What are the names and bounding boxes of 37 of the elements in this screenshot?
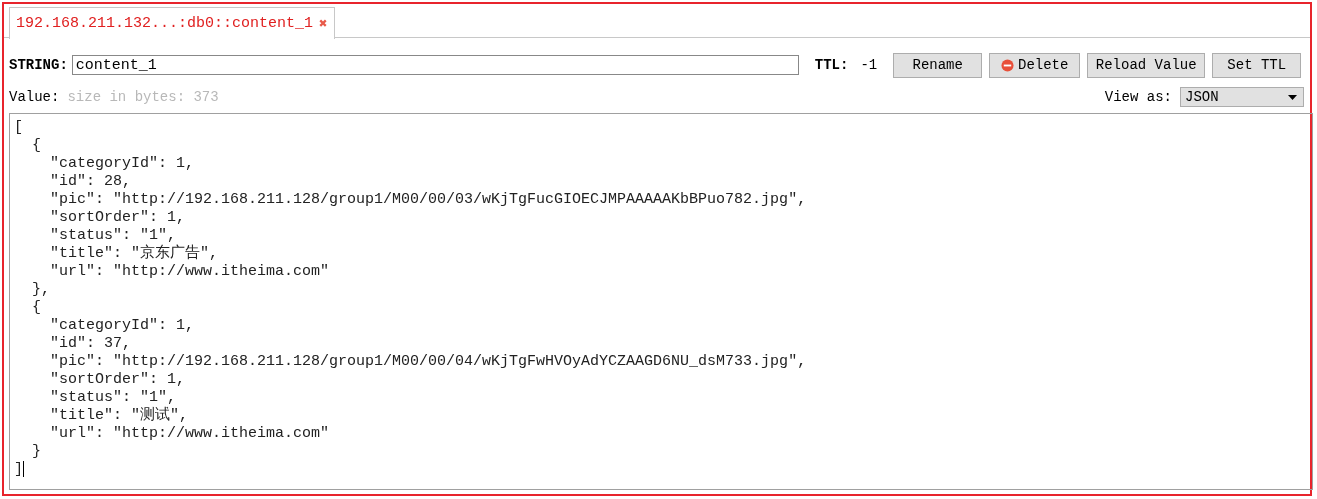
view-as-dropdown[interactable]: JSON (1180, 87, 1304, 107)
code-line: "pic": "http://192.168.211.128/group1/M00/00/03/wKjTgFucGIOECJMPAAAAAKbBPuo782.jpg", (49, 191, 807, 209)
code-line: "categoryId": 1, (49, 317, 195, 335)
text-cursor (23, 461, 24, 478)
code-line: "id": 28, (49, 173, 132, 191)
code-line: "id": 37, (49, 335, 132, 353)
code-line: "status": "1", (49, 227, 177, 244)
code-line: "pic": "http://192.168.211.128/group1/M00/00/04/wKjTgFwHVOyAdYCZAAGD6NU_dsM733.jpg", (49, 353, 807, 371)
code-line: "url": "http://www.itheima.com" (49, 263, 330, 281)
action-button[interactable]: Reload Value (1087, 52, 1206, 78)
action-button[interactable]: Set TTL (1212, 52, 1302, 78)
close-icon[interactable]: ✖ (319, 15, 328, 32)
ttl-value: -1 (860, 57, 878, 73)
code-line: "title": "测试", (49, 407, 189, 425)
code-line: }, (31, 281, 50, 299)
code-line: ] (14, 461, 23, 479)
size-hint: size in bytes: 373 (67, 89, 219, 105)
caret-icon (1288, 94, 1297, 100)
view-as-label: View as: (1104, 89, 1172, 105)
code-line: "status": "1", (49, 389, 177, 406)
action-button[interactable]: Delete (989, 52, 1081, 78)
key-name-field[interactable]: content_1 (71, 55, 799, 75)
delete-icon (1001, 58, 1014, 72)
ttl-label: TTL: (814, 57, 849, 73)
tab[interactable]: 192.168.211.132...:db0::content_1 ✖ (9, 7, 335, 39)
code-line: [ (14, 119, 23, 137)
key-type-label: STRING: (9, 57, 68, 73)
value-label: Value: (9, 89, 60, 105)
code-line: "url": "http://www.itheima.com" (49, 425, 330, 443)
code-line: { (31, 137, 41, 155)
code-line: } (31, 443, 41, 461)
action-button[interactable]: Rename (893, 52, 983, 78)
code-line: "sortOrder": 1, (49, 209, 186, 227)
code-line: "categoryId": 1, (49, 155, 195, 173)
code-line: "title": "京东广告", (49, 245, 219, 263)
code-line: "sortOrder": 1, (49, 371, 186, 389)
code-line: { (31, 299, 41, 317)
